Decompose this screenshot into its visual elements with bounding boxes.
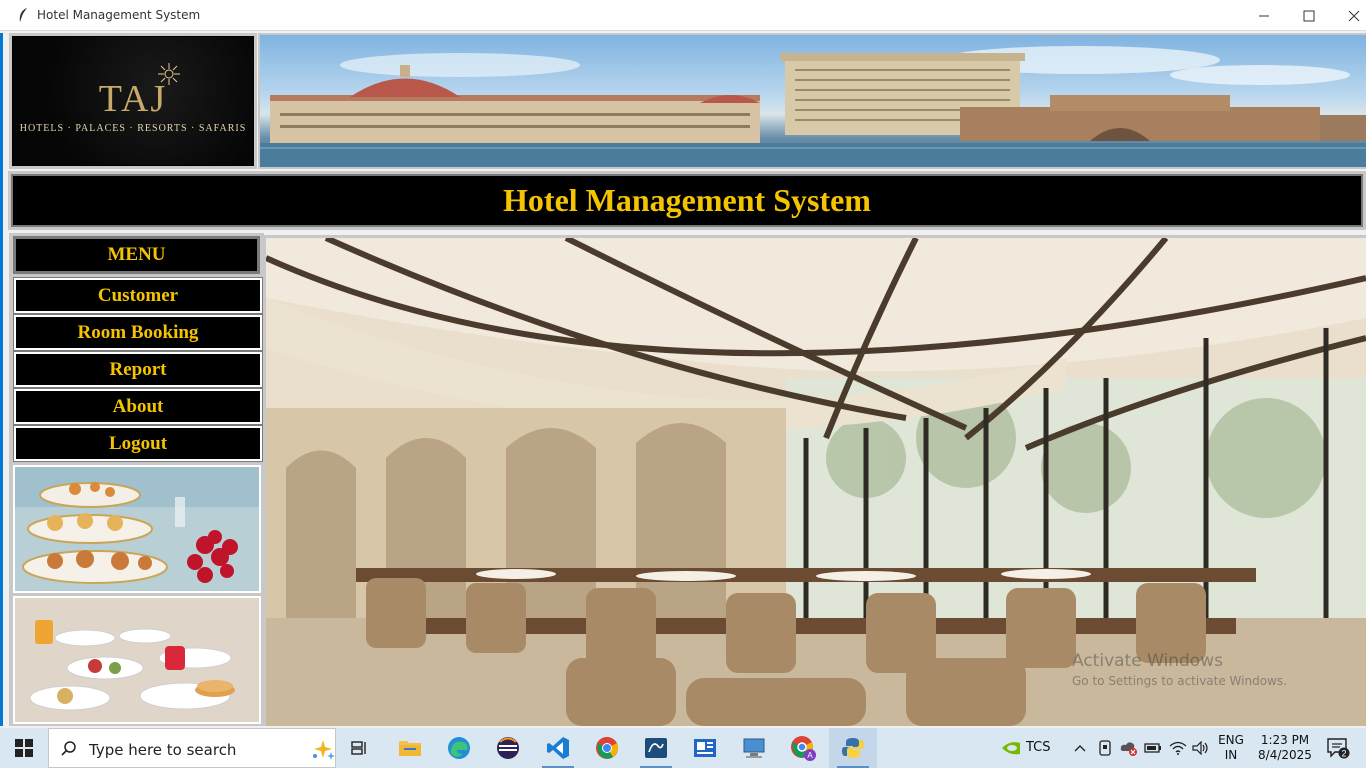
- customer-button[interactable]: Customer: [13, 277, 263, 314]
- language-line2: IN: [1224, 748, 1238, 762]
- watermark-line2: Go to Settings to activate Windows.: [1072, 674, 1287, 688]
- activate-windows-watermark: Activate Windows Go to Settings to activ…: [1072, 651, 1287, 688]
- chrome-profile-button[interactable]: A: [779, 728, 827, 768]
- show-hidden-icons-button[interactable]: [1068, 728, 1092, 768]
- chrome-button[interactable]: [583, 728, 631, 768]
- logo-brand: TAJ: [98, 78, 168, 120]
- notifications-button[interactable]: 2: [1318, 728, 1358, 768]
- wifi-button[interactable]: [1166, 728, 1190, 768]
- device-icon: [1099, 740, 1111, 756]
- window-titlebar: Hotel Management System: [0, 0, 1366, 31]
- minimize-button[interactable]: [1241, 0, 1287, 31]
- notification-count: 2: [1341, 749, 1346, 759]
- news-icon: [694, 739, 716, 757]
- about-button[interactable]: About: [13, 388, 263, 425]
- eclipse-icon: [497, 737, 519, 759]
- task-view-icon: [351, 741, 366, 755]
- minimize-icon: [1259, 15, 1269, 16]
- taskbar: Type here to search A TCS ENG IN 1:23 PM…: [0, 728, 1366, 768]
- nvidia-icon: [1002, 742, 1020, 755]
- chrome-icon: [596, 737, 618, 759]
- room-booking-button[interactable]: Room Booking: [13, 314, 263, 351]
- search-placeholder: Type here to search: [89, 741, 237, 759]
- report-button[interactable]: Report: [13, 351, 263, 388]
- volume-button[interactable]: [1189, 728, 1213, 768]
- clock-date: 8/4/2025: [1258, 748, 1312, 762]
- nvidia-tray-button[interactable]: [994, 728, 1028, 768]
- hotel-banner-image: [258, 33, 1366, 169]
- logo-tagline: HOTELS · PALACES · RESORTS · SAFARIS: [19, 123, 247, 134]
- food-image-breakfast: [13, 596, 261, 724]
- language-indicator[interactable]: ENG IN: [1216, 733, 1246, 763]
- meet-now-button[interactable]: [1094, 728, 1116, 768]
- maximize-button[interactable]: [1286, 0, 1332, 31]
- remote-desktop-button[interactable]: [730, 728, 778, 768]
- close-icon: [1348, 10, 1360, 21]
- chevron-up-icon: [1074, 745, 1086, 752]
- eclipse-button[interactable]: [484, 728, 532, 768]
- vscode-icon: [547, 737, 569, 759]
- window-title: Hotel Management System: [37, 8, 201, 22]
- search-icon: [61, 741, 76, 756]
- notification-icon: 2: [1327, 738, 1350, 759]
- menu-heading: MENU: [13, 236, 260, 274]
- battery-icon: [1144, 743, 1161, 753]
- sidebar-menu: MENU Customer Room Booking Report About …: [9, 233, 264, 726]
- mysql-workbench-button[interactable]: [632, 728, 680, 768]
- desktop-edge: [0, 33, 3, 726]
- edge-button[interactable]: [435, 728, 483, 768]
- logout-button[interactable]: Logout: [13, 425, 263, 462]
- sparkle-icon: [313, 740, 335, 760]
- file-explorer-button[interactable]: [386, 728, 434, 768]
- task-view-button[interactable]: [336, 728, 384, 768]
- news-app-button[interactable]: [681, 728, 729, 768]
- watermark-line1: Activate Windows: [1072, 651, 1223, 671]
- python-button[interactable]: [829, 728, 877, 768]
- clock[interactable]: 1:23 PM 8/4/2025: [1252, 733, 1318, 763]
- page-title: Hotel Management System: [503, 182, 871, 218]
- clock-time: 1:23 PM: [1260, 733, 1310, 747]
- food-image-high-tea: [13, 465, 261, 593]
- sync-error-button[interactable]: [1117, 728, 1141, 768]
- chrome-profile-icon: A: [791, 736, 816, 761]
- feather-icon: [19, 8, 27, 24]
- taj-logo: TAJ HOTELS · PALACES · RESORTS · SAFARIS: [9, 33, 257, 169]
- taskbar-search[interactable]: Type here to search: [48, 728, 336, 768]
- cloud-error-icon: [1120, 742, 1137, 756]
- svg-text:A: A: [807, 751, 813, 760]
- vscode-button[interactable]: [534, 728, 582, 768]
- language-line1: ENG: [1218, 733, 1244, 747]
- folder-icon: [399, 741, 421, 756]
- database-workbench-icon: [645, 738, 667, 758]
- battery-button[interactable]: [1142, 728, 1164, 768]
- close-button[interactable]: [1331, 0, 1366, 31]
- windows-logo-icon: [15, 739, 33, 757]
- speaker-icon: [1192, 741, 1208, 755]
- maximize-icon: [1303, 10, 1315, 21]
- header-band: Hotel Management System: [8, 171, 1366, 230]
- wifi-icon: [1169, 741, 1187, 755]
- edge-browser-icon: [448, 737, 470, 759]
- python-icon: [842, 738, 864, 758]
- tray-label[interactable]: TCS: [1026, 740, 1051, 755]
- start-button[interactable]: [0, 728, 48, 768]
- computer-icon: [743, 738, 765, 758]
